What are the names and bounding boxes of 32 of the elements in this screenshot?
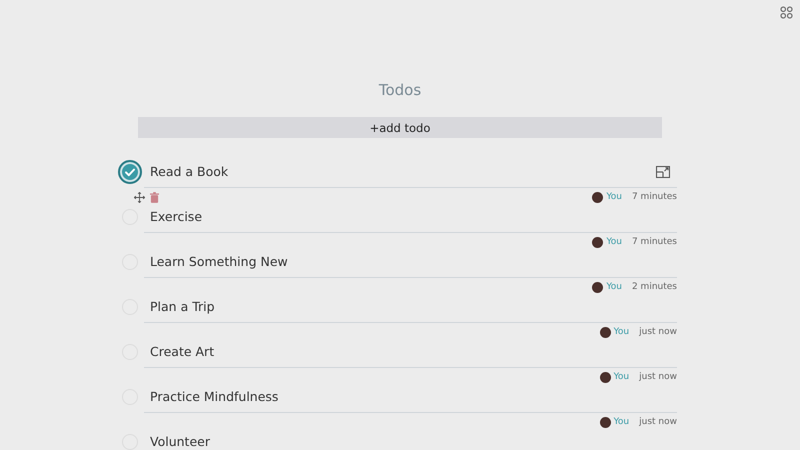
timestamp: 7 minutes [632,237,677,247]
avatar [592,192,604,202]
todo-title: Practice Mindfulness [150,389,278,404]
avatar [600,372,611,382]
timestamp: just now [639,372,677,382]
todo-title: Plan a Trip [150,299,215,314]
todo-title: Read a Book [150,164,228,179]
author-name[interactable]: You [614,372,630,382]
grid-menu-icon[interactable] [780,6,793,19]
author-name[interactable]: You [606,237,622,247]
move-icon[interactable] [134,192,145,202]
avatar [600,326,611,338]
page-title: Todos [378,80,422,101]
todo-title: Exercise [150,209,202,224]
avatar [592,236,604,248]
avatar [600,416,611,428]
author-name[interactable]: You [606,192,622,202]
todo-title: Create Art [150,344,214,359]
todo-title: Volunteer [150,434,210,449]
timestamp: just now [639,417,677,427]
timestamp: just now [639,327,677,337]
author-name[interactable]: You [606,282,622,292]
todo-title: Learn Something New [150,254,288,269]
timestamp: 2 minutes [632,282,677,292]
checkbox[interactable] [118,160,142,184]
trash-icon[interactable] [150,192,159,202]
timestamp: 7 minutes [632,192,677,202]
avatar [592,282,604,292]
add-todo-button[interactable]: +add todo [138,117,662,138]
author-name[interactable]: You [614,417,630,427]
author-name[interactable]: You [614,327,630,337]
expand-icon[interactable] [656,166,670,178]
